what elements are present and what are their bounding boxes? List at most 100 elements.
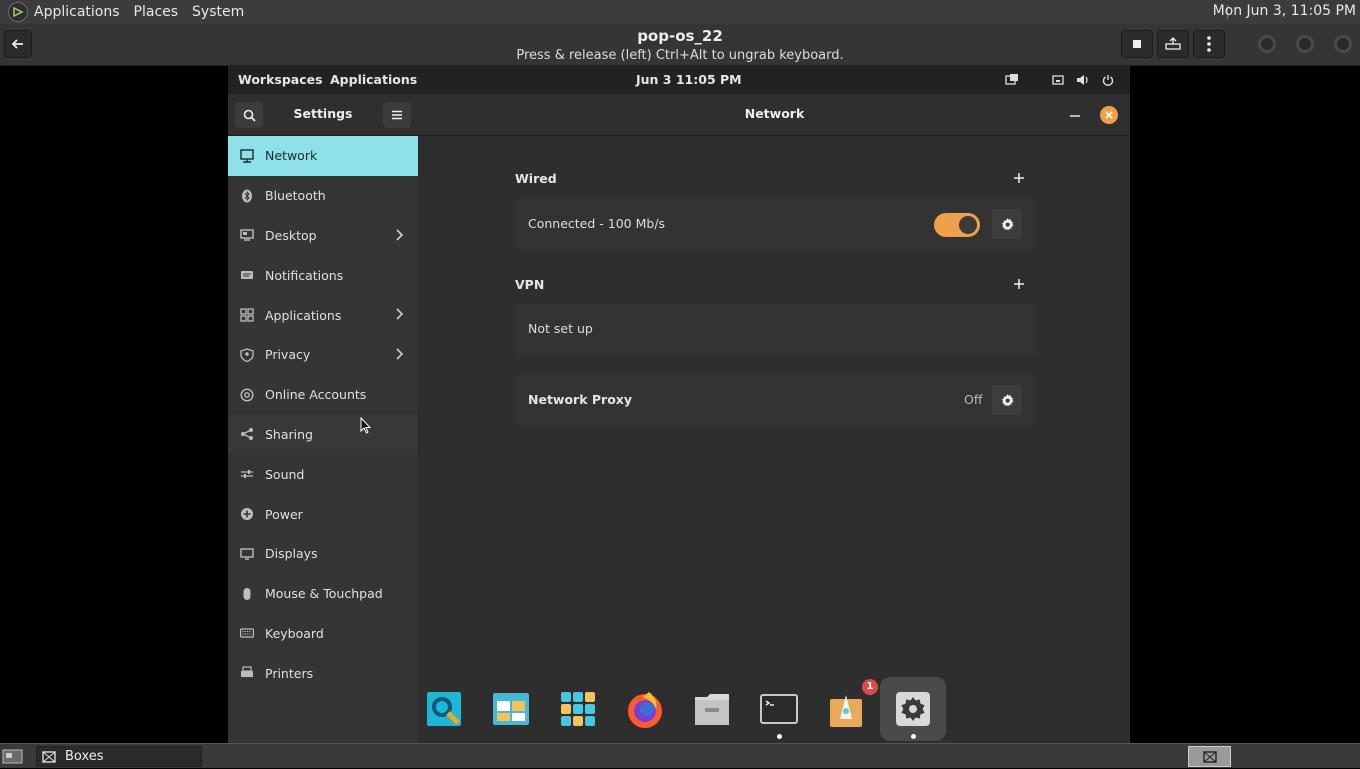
chevron-right-icon: [392, 347, 406, 361]
plus-icon: [1014, 279, 1024, 289]
notifications-icon: [239, 267, 255, 283]
sidebar-item-label: Applications: [265, 307, 342, 323]
settings-app-icon[interactable]: [890, 686, 936, 732]
guest-display[interactable]: Workspaces Applications Jun 3 11:05 PM S…: [228, 66, 1130, 743]
window-close-button[interactable]: [1334, 35, 1352, 53]
proxy-settings-button[interactable]: [992, 385, 1022, 415]
workspaces-app-icon[interactable]: [488, 686, 534, 732]
bluetooth-icon: [239, 188, 255, 204]
sidebar-item-label: Privacy: [265, 347, 311, 363]
network-proxy-label: Network Proxy: [528, 392, 633, 407]
sidebar-item-privacy[interactable]: Privacy: [228, 335, 418, 375]
sidebar-item-label: Notifications: [265, 267, 344, 283]
window-minimize-button[interactable]: [1258, 35, 1276, 53]
sidebar-item-printers[interactable]: Printers: [228, 653, 418, 693]
close-button[interactable]: [1100, 106, 1118, 124]
devices-button[interactable]: [1157, 30, 1189, 58]
sidebar-item-notifications[interactable]: Notifications: [228, 255, 418, 295]
network-icon: [239, 148, 255, 164]
window-maximize-button[interactable]: [1296, 35, 1314, 53]
firefox-icon[interactable]: [622, 686, 668, 732]
sidebar-item-label: Online Accounts: [265, 387, 367, 403]
chevron-right-icon: [392, 307, 406, 321]
network-wired-icon[interactable]: [1050, 72, 1066, 88]
settings-title: Settings: [293, 106, 353, 121]
host-menu-places[interactable]: Places: [134, 4, 179, 20]
wired-status: Connected - 100 Mb/s: [528, 216, 666, 231]
host-clock[interactable]: Mon Jun 3, 11:05 PM: [1213, 3, 1356, 19]
add-vpn-button[interactable]: [1009, 274, 1029, 294]
volume-icon[interactable]: [1074, 72, 1090, 88]
sidebar-item-power[interactable]: Power: [228, 494, 418, 534]
wired-settings-button[interactable]: [992, 209, 1022, 239]
hamburger-menu-button[interactable]: [383, 102, 411, 128]
page-title: Network: [744, 106, 805, 121]
guest-top-bar: Workspaces Applications Jun 3 11:05 PM: [228, 66, 1130, 94]
vpn-card: Not set up: [515, 304, 1035, 354]
terminal-icon[interactable]: [756, 686, 802, 732]
wired-connection-card: Connected - 100 Mb/s: [515, 199, 1035, 249]
app-grid-icon[interactable]: [555, 686, 601, 732]
workspaces-button[interactable]: Workspaces: [238, 72, 323, 87]
settings-sidebar-header: Settings: [228, 94, 419, 136]
sidebar-item-label: Network: [265, 148, 318, 164]
boxes-app-icon: [42, 750, 56, 763]
sidebar-item-label: Bluetooth: [265, 188, 326, 204]
host-menu-system[interactable]: System: [192, 4, 244, 20]
settings-sidebar: Network Bluetooth Desktop Notifications Appl…: [228, 136, 419, 743]
add-wired-button[interactable]: [1009, 168, 1029, 188]
network-proxy-card[interactable]: Network Proxy Off: [515, 375, 1035, 425]
sidebar-item-label: Power: [265, 506, 303, 522]
settings-main-header: Network: [419, 94, 1130, 136]
wired-section-label: Wired: [515, 171, 557, 186]
pop-shop-icon[interactable]: [823, 686, 869, 732]
keyboard-shortcuts-button[interactable]: [1121, 30, 1153, 58]
sound-icon: [239, 466, 255, 482]
search-button[interactable]: [235, 102, 263, 128]
sidebar-item-displays[interactable]: Displays: [228, 534, 418, 574]
gear-icon: [1001, 217, 1014, 231]
minimize-icon: [1070, 115, 1080, 117]
host-menu-applications[interactable]: Applications: [34, 4, 120, 20]
stop-icon: [1133, 40, 1141, 48]
printer-icon: [239, 665, 255, 681]
sidebar-item-applications[interactable]: Applications: [228, 295, 418, 335]
sidebar-item-bluetooth[interactable]: Bluetooth: [228, 176, 418, 216]
vpn-status: Not set up: [528, 321, 593, 336]
mate-logo-icon[interactable]: [8, 2, 28, 22]
sidebar-item-label: Mouse & Touchpad: [265, 586, 383, 602]
files-icon[interactable]: [689, 686, 735, 732]
sidebar-item-label: Sharing: [265, 426, 313, 442]
minimize-button[interactable]: [1064, 104, 1086, 126]
sidebar-item-desktop[interactable]: Desktop: [228, 216, 418, 256]
wired-toggle[interactable]: [934, 213, 980, 237]
sidebar-item-mouse-touchpad[interactable]: Mouse & Touchpad: [228, 574, 418, 614]
host-bottom-panel: Boxes: [0, 743, 1360, 768]
applications-button[interactable]: Applications: [330, 72, 417, 87]
sidebar-item-sharing[interactable]: Sharing: [228, 414, 418, 455]
menu-button[interactable]: [1193, 30, 1225, 58]
sidebar-item-sound[interactable]: Sound: [228, 454, 418, 494]
guest-clock[interactable]: Jun 3 11:05 PM: [636, 72, 742, 87]
sidebar-item-label: Printers: [265, 665, 314, 681]
display-icon: [239, 546, 255, 562]
vertical-dots-icon: [1207, 36, 1211, 52]
power-menu-icon[interactable]: [1100, 72, 1116, 88]
network-panel: Wired Connected - 100 Mb/s VPN Not set u…: [419, 136, 1130, 743]
workspace-switcher[interactable]: [1188, 746, 1231, 767]
search-app-icon[interactable]: [421, 686, 467, 732]
search-icon: [243, 109, 256, 122]
sidebar-item-online-accounts[interactable]: Online Accounts: [228, 375, 418, 415]
desktop-icon: [239, 227, 255, 243]
show-desktop-button[interactable]: [2, 748, 24, 765]
vpn-section-label: VPN: [515, 277, 545, 292]
sidebar-item-keyboard[interactable]: Keyboard: [228, 614, 418, 654]
sidebar-item-label: Sound: [265, 466, 305, 482]
close-icon: [1105, 111, 1113, 119]
hamburger-icon: [392, 110, 402, 120]
taskbar-boxes[interactable]: Boxes: [36, 746, 202, 767]
system76-indicator-icon[interactable]: [1004, 72, 1020, 88]
gear-icon: [1001, 393, 1014, 407]
sidebar-item-network[interactable]: Network: [228, 136, 418, 176]
settings-running-indicator: [911, 734, 916, 739]
